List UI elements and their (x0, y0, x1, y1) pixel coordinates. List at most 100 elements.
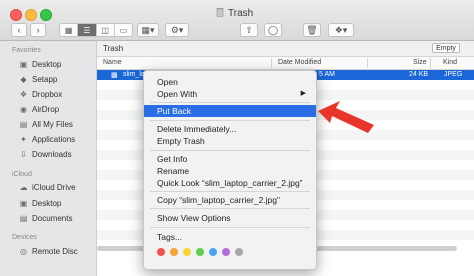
menu-item-open-with[interactable]: Open With ▶ (144, 88, 316, 100)
sidebar-item-setapp[interactable]: ◆ Setapp (19, 75, 57, 84)
tag-purple[interactable] (222, 248, 230, 256)
menu-item-label: Open With (157, 89, 198, 99)
sidebar-heading-favorites: Favorites (12, 47, 41, 54)
menu-item-label: Open (157, 77, 178, 87)
applications-icon: ✦ (20, 135, 27, 144)
tag-green[interactable] (196, 248, 204, 256)
sidebar-item-label: Downloads (32, 150, 72, 159)
column-view-icon[interactable]: ◫ (97, 24, 115, 36)
menu-item-put-back[interactable]: Put Back (144, 105, 316, 117)
trash-icon (216, 7, 224, 20)
menu-item-label: Put Back (157, 106, 192, 116)
title-bar: Trash ‹ › ▦ ☰ ◫ ▭ ▦▾ ⚙▾ ⇧ ◯ 🗑 ❖▾ (0, 0, 474, 41)
menu-item-quick-look[interactable]: Quick Look “slim_laptop_carrier_2.jpg” (144, 177, 316, 189)
column-divider (430, 58, 431, 68)
menu-separator (150, 120, 310, 121)
view-mode-control[interactable]: ▦ ☰ ◫ ▭ (59, 23, 133, 37)
zoom-button[interactable] (40, 9, 52, 21)
sidebar-item-label: All My Files (32, 120, 73, 129)
column-kind[interactable]: Kind (443, 59, 457, 66)
setapp-icon: ◆ (20, 75, 27, 84)
gallery-view-icon[interactable]: ▭ (115, 24, 132, 36)
sidebar-item-remote-disc[interactable]: ◎ Remote Disc (19, 247, 78, 256)
sidebar-item-icloud-drive[interactable]: ☁ iCloud Drive (19, 183, 76, 192)
red-arrow-annotation (318, 101, 374, 133)
context-menu: Open Open With ▶ Put Back Delete Immediat… (143, 70, 317, 270)
sidebar-item-icloud-desktop[interactable]: ▣ Desktop (19, 199, 62, 208)
jpeg-file-icon: ▩ (111, 72, 118, 79)
column-size[interactable]: Size (413, 59, 427, 66)
tag-blue[interactable] (209, 248, 217, 256)
sidebar-item-desktop[interactable]: ▣ Desktop (19, 60, 62, 69)
chevron-left-icon: ‹ (17, 25, 21, 35)
delete-button[interactable]: 🗑 (303, 23, 321, 37)
menu-item-show-view-options[interactable]: Show View Options (144, 212, 316, 224)
sidebar-item-applications[interactable]: ✦ Applications (19, 135, 75, 144)
file-kind: JPEG (444, 71, 463, 78)
sidebar-item-dropbox[interactable]: ❖ Dropbox (19, 90, 62, 99)
sidebar-heading-icloud: iCloud (12, 171, 32, 178)
icon-view-icon[interactable]: ▦ (60, 24, 79, 36)
sidebar-item-label: Remote Disc (32, 247, 78, 256)
menu-item-label: Tags... (157, 232, 183, 242)
arrange-icon: ▦▾ (141, 24, 155, 35)
close-button[interactable] (10, 9, 22, 21)
empty-trash-button[interactable]: Empty (432, 43, 460, 53)
finder-window: Trash ‹ › ▦ ☰ ◫ ▭ ▦▾ ⚙▾ ⇧ ◯ 🗑 ❖▾ Favorit… (0, 0, 474, 276)
dropbox-button[interactable]: ❖▾ (328, 23, 354, 37)
column-name[interactable]: Name (103, 59, 122, 66)
tag-orange[interactable] (170, 248, 178, 256)
sidebar-item-label: Documents (32, 214, 73, 223)
menu-separator (150, 208, 310, 209)
tag-icon: ◯ (267, 24, 279, 35)
sidebar-item-label: Setapp (32, 75, 58, 84)
files-icon: ▤ (19, 120, 28, 129)
sidebar-item-all-my-files[interactable]: ▤ All My Files (19, 120, 73, 129)
menu-item-empty-trash[interactable]: Empty Trash (144, 135, 316, 147)
trash-icon: 🗑 (306, 24, 318, 35)
window-title-text: Trash (228, 8, 254, 19)
share-button[interactable]: ⇧ (240, 23, 258, 37)
menu-separator (150, 191, 310, 192)
gear-icon: ⚙▾ (170, 24, 184, 35)
menu-item-open[interactable]: Open (144, 76, 316, 88)
menu-item-label: Copy “slim_laptop_carrier_2.jpg” (157, 195, 280, 205)
airdrop-icon: ◉ (20, 105, 27, 114)
desktop-icon: ▣ (19, 199, 28, 208)
minimize-button[interactable] (25, 9, 37, 21)
arrange-button[interactable]: ▦▾ (137, 23, 159, 37)
menu-item-delete-immediately[interactable]: Delete Immediately... (144, 123, 316, 135)
menu-item-label: Rename (157, 166, 190, 176)
column-date-modified[interactable]: Date Modified (278, 59, 321, 66)
tag-gray[interactable] (235, 248, 243, 256)
chevron-right-icon: › (36, 25, 40, 35)
tag-color-row (157, 248, 243, 256)
sidebar-item-downloads[interactable]: ⇩ Downloads (19, 150, 72, 159)
menu-separator (150, 102, 310, 103)
sidebar-item-documents[interactable]: ▤ Documents (19, 214, 73, 223)
tag-red[interactable] (157, 248, 165, 256)
tag-yellow[interactable] (183, 248, 191, 256)
desktop-icon: ▣ (19, 60, 28, 69)
tags-button[interactable]: ◯ (264, 23, 282, 37)
sidebar-item-label: Desktop (32, 60, 62, 69)
column-divider (271, 58, 272, 68)
sidebar-item-label: Desktop (32, 199, 62, 208)
dropbox-icon: ❖ (19, 90, 28, 99)
trash-header-bar: Trash Empty (97, 41, 474, 57)
menu-item-rename[interactable]: Rename (144, 165, 316, 177)
menu-item-tags[interactable]: Tags... (144, 231, 316, 243)
column-header: Name Date Modified Size Kind (97, 57, 474, 70)
action-button[interactable]: ⚙▾ (165, 23, 189, 37)
menu-item-copy[interactable]: Copy “slim_laptop_carrier_2.jpg” (144, 194, 316, 206)
forward-button[interactable]: › (30, 23, 46, 37)
folder-label: Trash (103, 44, 124, 53)
menu-item-label: Empty Trash (157, 136, 205, 146)
menu-item-get-info[interactable]: Get Info (144, 153, 316, 165)
list-view-icon[interactable]: ☰ (78, 24, 97, 36)
menu-item-label: Delete Immediately... (157, 124, 237, 134)
sidebar-item-airdrop[interactable]: ◉ AirDrop (19, 105, 59, 114)
back-button[interactable]: ‹ (11, 23, 27, 37)
menu-item-label: Quick Look “slim_laptop_carrier_2.jpg” (157, 178, 303, 188)
sidebar-item-label: AirDrop (32, 105, 60, 114)
